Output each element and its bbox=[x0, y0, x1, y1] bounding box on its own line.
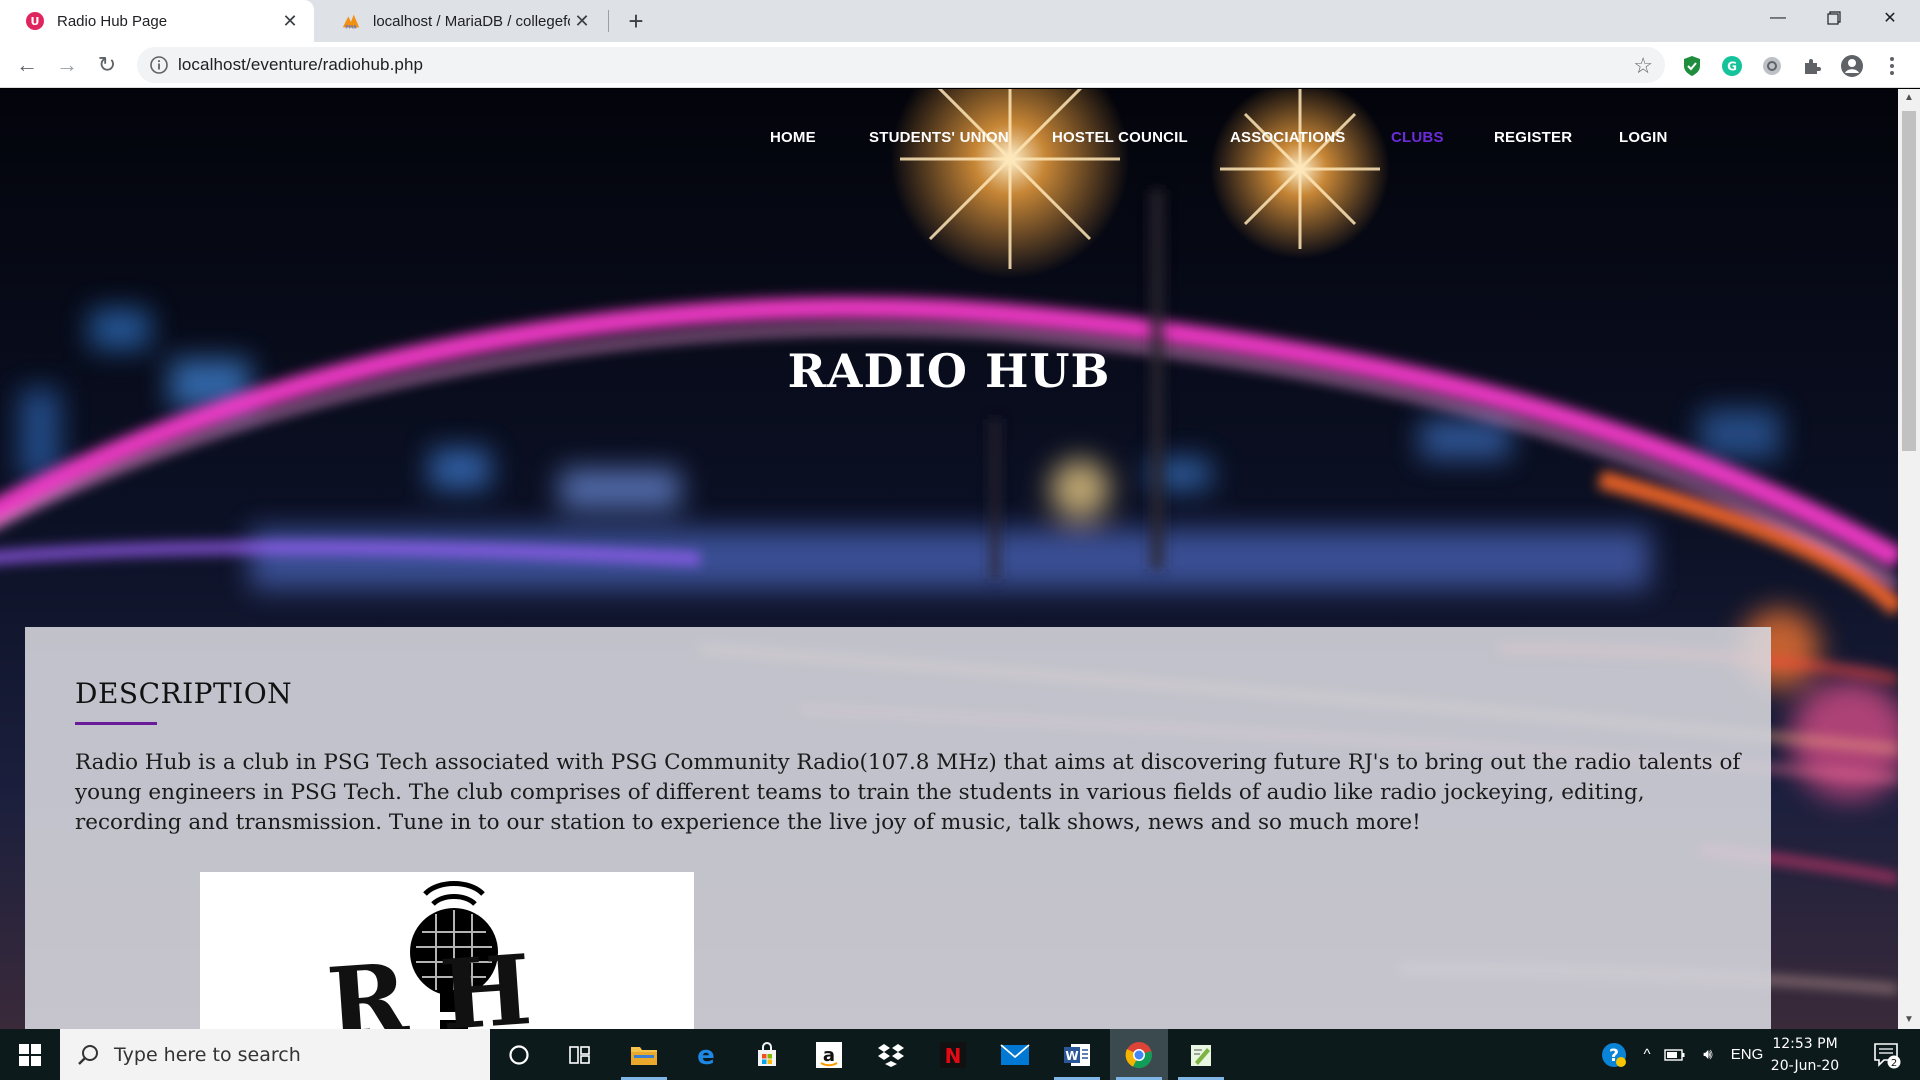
tab-title: localhost / MariaDB / collegeforu bbox=[373, 12, 570, 30]
reload-icon[interactable]: ↻ bbox=[93, 51, 121, 79]
microsoft-store-icon[interactable] bbox=[738, 1029, 796, 1080]
grammarly-icon[interactable]: G bbox=[1720, 54, 1744, 78]
phpmyadmin-favicon-icon: PMA bbox=[341, 11, 361, 31]
dropbox-icon[interactable] bbox=[862, 1029, 920, 1080]
svg-text:G: G bbox=[1727, 60, 1737, 74]
svg-text:U: U bbox=[31, 15, 40, 28]
description-panel: DESCRIPTION Radio Hub is a club in PSG T… bbox=[25, 627, 1771, 1029]
svg-text:e: e bbox=[697, 1042, 715, 1068]
word-icon[interactable]: W bbox=[1048, 1029, 1106, 1080]
battery-icon[interactable] bbox=[1660, 1029, 1690, 1080]
volume-icon[interactable]: 🔊︎ bbox=[1692, 1029, 1724, 1080]
nav-login[interactable]: LOGIN bbox=[1619, 129, 1668, 146]
svg-text:W: W bbox=[1065, 1049, 1078, 1063]
help-icon[interactable]: ? bbox=[1596, 1029, 1632, 1080]
scrollbar-thumb[interactable] bbox=[1902, 111, 1916, 451]
heading-underline bbox=[75, 722, 157, 725]
notepad-plus-plus-icon[interactable] bbox=[1172, 1029, 1230, 1080]
extension-circle-icon[interactable] bbox=[1760, 54, 1784, 78]
extensions-puzzle-icon[interactable] bbox=[1800, 54, 1824, 78]
svg-text:PMA: PMA bbox=[345, 24, 357, 30]
svg-text:N: N bbox=[945, 1044, 962, 1068]
clock-date: 20-Jun-20 bbox=[1770, 1058, 1840, 1074]
show-hidden-icons-icon[interactable]: ^ bbox=[1636, 1029, 1658, 1080]
tab-close-icon[interactable]: ✕ bbox=[570, 9, 594, 33]
taskbar-clock[interactable]: 12:53 PM 20-Jun-20 bbox=[1760, 1033, 1850, 1077]
page-title: RADIO HUB bbox=[787, 344, 1111, 398]
svg-text:a: a bbox=[823, 1045, 835, 1066]
site-info-icon[interactable] bbox=[149, 55, 169, 75]
search-icon bbox=[76, 1043, 100, 1067]
cortana-icon[interactable] bbox=[490, 1029, 548, 1080]
restore-icon[interactable] bbox=[1806, 0, 1862, 36]
netflix-icon[interactable]: N bbox=[924, 1029, 982, 1080]
svg-text:R H: R H bbox=[324, 933, 535, 1029]
nav-register[interactable]: REGISTER bbox=[1494, 129, 1572, 146]
back-icon[interactable]: ← bbox=[13, 51, 41, 79]
nav-home[interactable]: HOME bbox=[770, 129, 816, 146]
bookmark-star-icon[interactable]: ☆ bbox=[1633, 53, 1653, 79]
profile-avatar-icon[interactable] bbox=[1840, 54, 1864, 78]
browser-toolbar: ← → ↻ localhost/eventure/radiohub.php ☆ … bbox=[0, 42, 1920, 88]
page-viewport: HOME STUDENTS' UNION HOSTEL COUNCIL ASSO… bbox=[0, 89, 1898, 1029]
action-center-icon[interactable]: 2 bbox=[1862, 1029, 1912, 1080]
mail-icon[interactable] bbox=[986, 1029, 1044, 1080]
scroll-up-arrow-icon[interactable]: ▲ bbox=[1898, 89, 1920, 107]
tab-close-icon[interactable]: ✕ bbox=[278, 9, 302, 33]
nav-hostel-council[interactable]: HOSTEL COUNCIL bbox=[1052, 129, 1188, 146]
forward-icon[interactable]: → bbox=[53, 51, 81, 79]
radio-hub-favicon-icon: U bbox=[25, 11, 45, 31]
svg-text:2: 2 bbox=[1891, 1058, 1897, 1069]
browser-menu-icon[interactable] bbox=[1880, 54, 1904, 78]
tab-phpmyadmin[interactable]: PMA localhost / MariaDB / collegeforu ✕ bbox=[316, 0, 606, 42]
file-explorer-icon[interactable] bbox=[615, 1029, 673, 1080]
description-text: Radio Hub is a club in PSG Tech associat… bbox=[75, 750, 1741, 835]
search-placeholder: Type here to search bbox=[114, 1043, 301, 1066]
edge-browser-icon[interactable]: e bbox=[677, 1029, 735, 1080]
new-tab-icon[interactable]: + bbox=[622, 8, 650, 36]
browser-tab-strip: U Radio Hub Page ✕ PMA localhost / Maria… bbox=[0, 0, 1920, 42]
scroll-down-arrow-icon[interactable]: ▼ bbox=[1898, 1011, 1920, 1029]
tab-radio-hub[interactable]: U Radio Hub Page ✕ bbox=[0, 0, 314, 42]
nav-students-union[interactable]: STUDENTS' UNION bbox=[869, 129, 1009, 146]
shield-extension-icon[interactable] bbox=[1680, 54, 1704, 78]
tab-separator bbox=[608, 10, 609, 32]
radio-hub-logo: R H bbox=[200, 872, 694, 1029]
close-window-icon[interactable]: ✕ bbox=[1862, 0, 1918, 36]
address-bar[interactable]: localhost/eventure/radiohub.php ☆ bbox=[137, 47, 1665, 83]
page-scrollbar[interactable]: ▲ ▼ bbox=[1898, 89, 1920, 1029]
minimize-icon[interactable]: — bbox=[1750, 0, 1806, 36]
taskbar-search-input[interactable]: Type here to search bbox=[60, 1029, 490, 1080]
nav-clubs[interactable]: CLUBS bbox=[1391, 129, 1444, 146]
task-view-icon[interactable] bbox=[551, 1029, 609, 1080]
amazon-icon[interactable]: a bbox=[800, 1029, 858, 1080]
tab-title: Radio Hub Page bbox=[57, 12, 168, 30]
windows-taskbar: Type here to search e a N W ? ^ 🔊︎ ENG 1… bbox=[0, 1029, 1920, 1080]
windows-start-icon[interactable] bbox=[0, 1029, 60, 1080]
chrome-icon[interactable] bbox=[1110, 1029, 1168, 1080]
clock-time: 12:53 PM bbox=[1772, 1036, 1838, 1052]
nav-associations[interactable]: ASSOCIATIONS bbox=[1230, 129, 1345, 146]
site-navigation: HOME STUDENTS' UNION HOSTEL COUNCIL ASSO… bbox=[0, 129, 1898, 159]
description-heading: DESCRIPTION bbox=[75, 677, 293, 710]
url-text: localhost/eventure/radiohub.php bbox=[178, 55, 424, 74]
